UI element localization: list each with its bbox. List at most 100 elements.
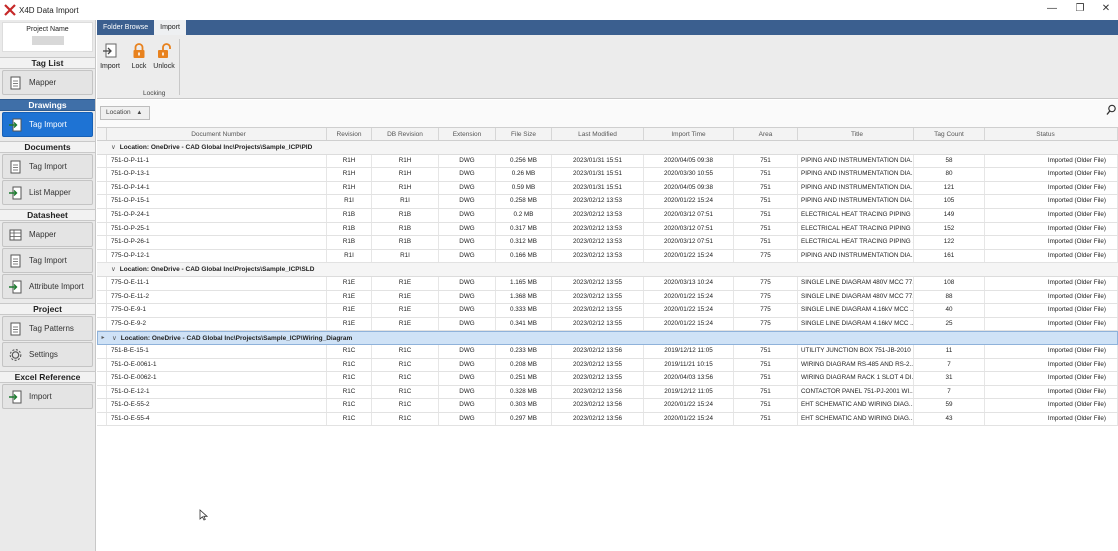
tab-import[interactable]: Import [154, 20, 186, 35]
cell-extension: DWG [439, 154, 496, 168]
column-header-extension[interactable]: Extension [439, 128, 496, 140]
column-header-revision[interactable]: Revision [327, 128, 372, 140]
table-icon [9, 229, 22, 240]
cell-title: EHT SCHEMATIC AND WIRING DIAG... [798, 399, 914, 412]
cell-extension: DWG [439, 208, 496, 222]
sidebar-section-header: Documents [0, 141, 95, 153]
row-indicator-icon: ▸ [101, 335, 105, 342]
cell-document-number: 775-O-P-12-1 [107, 249, 327, 263]
cell-last-modified: 2023/02/12 13:56 [552, 385, 644, 399]
restore-button[interactable]: ❐ [1070, 3, 1090, 14]
table-row[interactable]: 775-O-E-9-1 R1E R1E DWG 0.333 MB 2023/02/12 1… [97, 304, 1118, 318]
cell-extension: DWG [439, 249, 496, 263]
sidebar-item-attribute-import[interactable]: Attribute Import [2, 274, 93, 299]
sidebar-item-tag-import[interactable]: Tag Import [2, 248, 93, 273]
document-icon [10, 254, 21, 267]
sidebar-item-list-mapper[interactable]: List Mapper [2, 180, 93, 205]
table-row[interactable]: 751-O-P-24-1 R1B R1B DWG 0.2 MB 2023/02/12 13… [97, 208, 1118, 223]
group-row[interactable]: ∨ Location: OneDrive - CAD Global Inc\Pro… [97, 141, 1118, 155]
sidebar-item-label: Attribute Import [29, 282, 84, 291]
cell-file-size: 0.59 MB [496, 181, 552, 195]
table-row[interactable]: 751-O-E-0061-1 R1C R1C DWG 0.208 MB 2023/02/1… [97, 358, 1118, 373]
table-row[interactable]: 751-O-P-11-1 R1H R1H DWG 0.256 MB 2023/01/31 … [97, 154, 1118, 169]
table-row[interactable]: 751-O-E-0062-1 R1C R1C DWG 0.251 MB 2023/02/1… [97, 372, 1118, 386]
cell-area: 751 [734, 372, 798, 385]
column-header-title[interactable]: Title [798, 128, 914, 140]
cell-db-revision: R1C [372, 358, 439, 372]
sidebar-item-import[interactable]: Import [2, 384, 93, 409]
cell-extension: DWG [439, 372, 496, 385]
column-header-area[interactable]: Area [734, 128, 798, 140]
project-name-value[interactable] [31, 36, 64, 45]
cell-document-number: 751-B-E-15-1 [107, 344, 327, 358]
close-button[interactable]: ✕ [1096, 3, 1116, 14]
sidebar-section-header: Datasheet [0, 209, 95, 221]
table-row[interactable]: 751-O-P-15-1 R1I R1I DWG 0.258 MB 2023/02/12 … [97, 195, 1118, 209]
sidebar-item-mapper[interactable]: Mapper [2, 222, 93, 247]
cell-document-number: 751-O-E-0061-1 [107, 358, 327, 372]
cell-last-modified: 2023/01/31 15:51 [552, 181, 644, 195]
table-row[interactable]: 751-O-P-25-1 R1B R1B DWG 0.317 MB 2023/02/12 … [97, 222, 1118, 237]
group-row[interactable]: ▸ ∨ Location: OneDrive - CAD Global Inc\Pr… [97, 331, 1118, 345]
chevron-down-icon[interactable]: ∨ [111, 144, 116, 151]
sidebar-item-settings[interactable]: Settings [2, 342, 93, 367]
table-row[interactable]: 775-O-E-11-2 R1E R1E DWG 1.368 MB 2023/02/12 … [97, 290, 1118, 305]
sidebar-item-tag-import[interactable]: Tag Import [2, 112, 93, 137]
row-indicator-icon [97, 141, 107, 154]
cell-db-revision: R1H [372, 168, 439, 181]
group-label-text: Location: OneDrive - CAD Global Inc\Proj… [119, 266, 315, 274]
column-header-file-size[interactable]: File Size [496, 128, 552, 140]
table-row[interactable]: 751-O-E-12-1 R1C R1C DWG 0.328 MB 2023/02/12 … [97, 385, 1118, 400]
cell-revision: R1I [327, 249, 372, 263]
window-title: X4D Data Import [19, 5, 79, 15]
tab-folder-browse[interactable]: Folder Browse [97, 20, 154, 35]
row-indicator [97, 372, 107, 385]
cell-last-modified: 2023/02/12 13:53 [552, 249, 644, 263]
column-header-status[interactable]: Status [985, 128, 1118, 140]
cell-last-modified: 2023/02/12 13:53 [552, 208, 644, 222]
table-row[interactable]: 775-O-E-11-1 R1E R1E DWG 1.165 MB 2023/02/12 … [97, 276, 1118, 291]
cell-title: PIPING AND INSTRUMENTATION DIA... [798, 154, 914, 168]
cell-document-number: 751-O-E-12-1 [107, 385, 327, 399]
table-row[interactable]: 751-O-E-55-2 R1C R1C DWG 0.303 MB 2023/02/12 … [97, 399, 1118, 413]
import-button[interactable]: Import [97, 43, 123, 70]
document-icon [10, 76, 21, 89]
cell-file-size: 1.368 MB [496, 290, 552, 304]
group-row[interactable]: ∨ Location: OneDrive - CAD Global Inc\Pro… [97, 263, 1118, 277]
column-header-document-number[interactable]: Document Number [107, 128, 327, 140]
unlock-button[interactable]: Unlock [151, 43, 177, 70]
chevron-down-icon[interactable]: ∨ [111, 266, 116, 273]
sidebar-item-label: Tag Import [29, 120, 67, 129]
table-row[interactable]: 751-B-E-15-1 R1C R1C DWG 0.233 MB 2023/02/12 … [97, 344, 1118, 359]
cell-import-time: 2020/04/05 09:38 [644, 154, 734, 168]
cell-status: Imported (Older File) [985, 358, 1118, 372]
column-header-import-time[interactable]: Import Time [644, 128, 734, 140]
cell-revision: R1B [327, 236, 372, 249]
table-row[interactable]: 751-O-P-26-1 R1B R1B DWG 0.312 MB 2023/02/12 … [97, 236, 1118, 250]
location-group-chip[interactable]: Location ▲ [100, 106, 150, 120]
sidebar: Project Name Tag List Mapper Drawings Tag I… [0, 20, 96, 551]
sidebar-item-mapper[interactable]: Mapper [2, 70, 93, 95]
lock-label: Lock [131, 63, 147, 70]
cell-revision: R1H [327, 181, 372, 195]
table-row[interactable]: 751-O-P-14-1 R1H R1H DWG 0.59 MB 2023/01/31 1… [97, 181, 1118, 196]
sidebar-item-tag-patterns[interactable]: Tag Patterns [2, 316, 93, 341]
column-header-last-modified[interactable]: Last Modified [552, 128, 644, 140]
table-row[interactable]: 751-O-E-55-4 R1C R1C DWG 0.297 MB 2023/02/12 … [97, 412, 1118, 427]
chevron-down-icon[interactable]: ∨ [112, 335, 117, 342]
column-header-db-revision[interactable]: DB Revision [372, 128, 439, 140]
cell-extension: DWG [439, 236, 496, 249]
cell-last-modified: 2023/02/12 13:55 [552, 304, 644, 317]
cell-title: PIPING AND INSTRUMENTATION DIA... [798, 195, 914, 208]
table-row[interactable]: 775-O-E-9-2 R1E R1E DWG 0.341 MB 2023/02/12 1… [97, 317, 1118, 332]
sidebar-item-tag-import[interactable]: Tag Import [2, 154, 93, 179]
column-header-tag-count[interactable]: Tag Count [914, 128, 985, 140]
cell-status: Imported (Older File) [985, 304, 1118, 317]
table-row[interactable]: 751-O-P-13-1 R1H R1H DWG 0.26 MB 2023/01/31 1… [97, 168, 1118, 182]
minimize-button[interactable]: — [1042, 3, 1062, 14]
table-row[interactable]: 775-O-P-12-1 R1I R1I DWG 0.166 MB 2023/02/12 … [97, 249, 1118, 264]
cell-tag-count: 40 [914, 304, 985, 317]
search-icon[interactable] [1106, 104, 1116, 116]
lock-button[interactable]: Lock [126, 43, 152, 70]
cell-title: ELECTRICAL HEAT TRACING PIPING ... [798, 222, 914, 236]
